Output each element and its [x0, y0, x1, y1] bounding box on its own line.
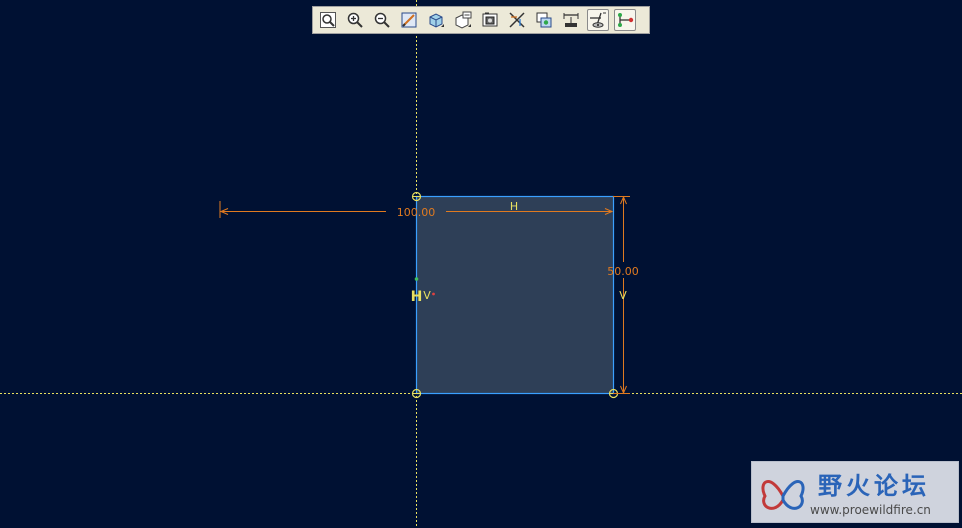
- disp-dimensions-button[interactable]: [560, 9, 582, 31]
- saved-view-button[interactable]: [452, 9, 474, 31]
- vertical-constraint-label-left[interactable]: V: [423, 289, 431, 302]
- forum-watermark: 野火论坛 www.proewildfire.cn: [751, 461, 959, 523]
- zoom-out-icon: [374, 12, 390, 28]
- saved-view-icon: [455, 11, 472, 29]
- refit-button[interactable]: [317, 9, 339, 31]
- height-dimension-text[interactable]: 50.00: [607, 265, 639, 278]
- zoom-out-button[interactable]: [371, 9, 393, 31]
- watermark-url: www.proewildfire.cn: [810, 503, 931, 517]
- zoom-in-button[interactable]: [344, 9, 366, 31]
- repaint-icon: [401, 12, 417, 28]
- disp-dimensions-icon: [563, 13, 579, 27]
- sketch-canvas[interactable]: 100.00 H 50.00 V H V: [0, 0, 962, 528]
- disp-grid-icon: [590, 12, 606, 28]
- refit-icon: [320, 12, 336, 28]
- sketch-view-button[interactable]: [479, 9, 501, 31]
- display-style-icon: [429, 13, 444, 28]
- butterfly-logo-icon: [761, 480, 805, 510]
- view-toolbar: [312, 6, 650, 34]
- disp-grid-button[interactable]: [587, 9, 609, 31]
- width-dimension-text[interactable]: 100.00: [397, 206, 436, 219]
- disp-vertices-button[interactable]: [533, 9, 555, 31]
- disp-constraints-icon: [509, 12, 525, 28]
- repaint-button[interactable]: [398, 9, 420, 31]
- display-style-button[interactable]: [425, 9, 447, 31]
- disp-vertices-icon: [536, 12, 552, 28]
- sketch-rectangle[interactable]: [415, 195, 615, 395]
- vertical-constraint-label-right[interactable]: V: [619, 289, 627, 302]
- midpoint-marker: [414, 277, 419, 281]
- sketch-view-icon: [482, 12, 498, 27]
- zoom-in-icon: [347, 12, 363, 28]
- disp-constraints-button[interactable]: [506, 9, 528, 31]
- horizontal-constraint-label[interactable]: H: [510, 200, 518, 213]
- watermark-title: 野火论坛: [818, 472, 930, 500]
- left-edge-symbol[interactable]: H: [411, 289, 423, 305]
- disp-entities-icon: [618, 13, 634, 27]
- constraint-dot: [432, 292, 435, 296]
- disp-entities-button[interactable]: [614, 9, 636, 31]
